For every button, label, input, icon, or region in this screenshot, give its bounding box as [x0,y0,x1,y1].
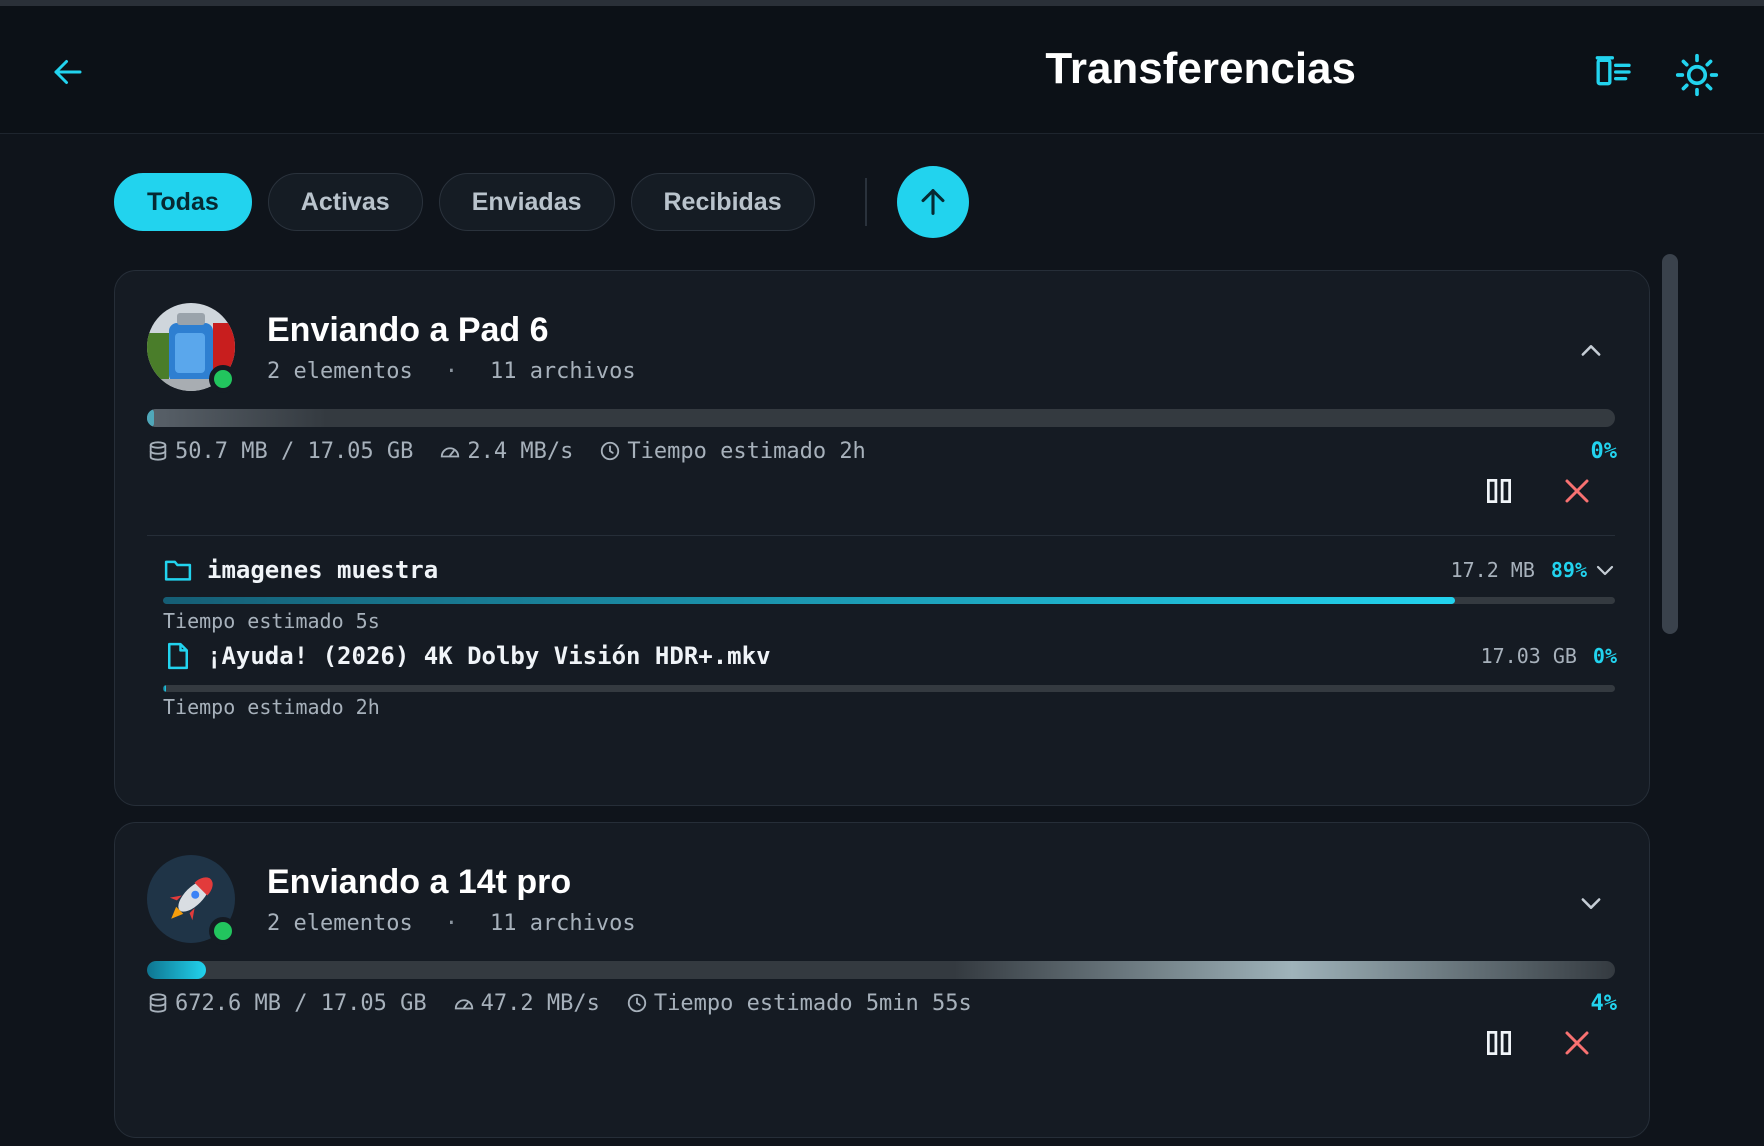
elements-count: 2 elementos [267,911,413,936]
transfer-progress-bar [147,409,1615,427]
size-text: 672.6 MB / 17.05 GB [175,990,427,1016]
transfer-card: Enviando a Pad 6 2 elementos · 11 archiv… [114,270,1650,806]
database-icon [149,441,167,461]
avatar [147,303,237,393]
transfer-list: Enviando a Pad 6 2 elementos · 11 archiv… [114,270,1676,1146]
speed-text: 47.2 MB/s [480,990,600,1016]
arrow-up-icon [921,189,945,215]
pause-button[interactable] [1477,1021,1521,1065]
file-icon [168,642,188,670]
item-eta: Tiempo estimado 5s [163,609,380,633]
collapse-button[interactable] [1569,329,1613,373]
gauge-icon [454,999,473,1010]
item-percent: 89% [1550,558,1587,582]
chevron-up-icon [1581,345,1601,356]
transfer-card: Enviando a 14t pro 2 elementos · 11 arch… [114,822,1650,1138]
item-name: imagenes muestra [207,556,439,584]
transfer-summary: 2 elementos · 11 archivos [267,911,636,936]
chevron-down-icon[interactable] [1593,558,1617,582]
speed-stat: 47.2 MB/s [453,991,600,1016]
transfer-summary: 2 elementos · 11 archivos [267,359,636,384]
separator-dot: · [444,911,458,936]
clock-icon [627,993,647,1013]
speed-stat: 2.4 MB/s [439,439,573,464]
elements-count: 2 elementos [267,359,413,384]
transfer-percent: 4% [1590,990,1618,1016]
filter-bar: Todas Activas Enviadas Recibidas [114,166,969,238]
close-icon [1565,479,1589,503]
page-title: Transferencias [1045,44,1356,93]
expand-button[interactable] [1569,881,1613,925]
filter-enviadas[interactable]: Enviadas [438,173,615,231]
send-files-button[interactable] [896,166,969,238]
size-stat: 50.7 MB / 17.05 GB [147,439,413,464]
files-count: 11 archivos [489,911,636,936]
separator-dot: · [444,359,458,384]
theme-toggle-button[interactable] [1670,48,1724,102]
transfer-title: Enviando a Pad 6 [267,311,549,349]
size-text: 50.7 MB / 17.05 GB [175,438,414,464]
cancel-button[interactable] [1555,1021,1599,1065]
transfer-progress-bar [147,961,1615,979]
item-size: 17.03 GB [1480,644,1577,668]
size-stat: 672.6 MB / 17.05 GB [147,991,427,1016]
filter-divider [864,178,867,226]
list-item[interactable]: ¡Ayuda! (2026) 4K Dolby Visión HDR+.mkv … [163,639,1617,673]
item-eta: Tiempo estimado 2h [163,695,380,719]
transfer-list-icon [1595,56,1631,86]
list-item[interactable]: imagenes muestra 17.2 MB 89% [163,553,1617,587]
gauge-icon [441,447,460,458]
avatar [147,855,237,945]
eta-text: Tiempo estimado 5min 55s [653,990,972,1016]
transfer-stats: 50.7 MB / 17.05 GB 2.4 MB/s Tiempo estim… [147,435,1617,467]
sun-icon [1675,53,1719,97]
transfer-list-button[interactable] [1590,48,1638,96]
database-icon [149,993,167,1013]
eta-text: Tiempo estimado 2h [627,438,866,464]
eta-stat: Tiempo estimado 2h [599,438,866,464]
pause-button[interactable] [1477,469,1521,513]
filter-activas[interactable]: Activas [267,173,423,231]
filter-recibidas[interactable]: Recibidas [630,173,815,231]
pause-icon [1487,1031,1511,1055]
eta-stat: Tiempo estimado 5min 55s [626,991,972,1016]
speed-text: 2.4 MB/s [467,438,574,464]
online-status-dot [209,365,237,393]
clock-icon [601,441,620,461]
filter-todas[interactable]: Todas [114,173,252,231]
transfer-percent: 0% [1590,438,1618,464]
close-icon [1565,1031,1589,1055]
folder-icon [164,560,192,581]
cancel-button[interactable] [1555,469,1599,513]
item-name: ¡Ayuda! (2026) 4K Dolby Visión HDR+.mkv [207,642,771,670]
item-size: 17.2 MB [1450,558,1535,582]
chevron-down-icon [1581,898,1601,909]
pause-icon [1487,479,1511,503]
files-count: 11 archivos [489,359,636,384]
back-button[interactable] [44,48,92,96]
transfer-title: Enviando a 14t pro [267,863,572,901]
item-progress-bar [163,597,1615,604]
item-progress-bar [163,685,1615,692]
arrow-left-icon [54,60,82,84]
online-status-dot [209,917,237,945]
card-divider [147,535,1615,536]
transfer-stats: 672.6 MB / 17.05 GB 47.2 MB/s Tiempo est… [147,987,1617,1019]
app-header: Transferencias [0,6,1764,134]
item-percent: 0% [1592,644,1617,668]
